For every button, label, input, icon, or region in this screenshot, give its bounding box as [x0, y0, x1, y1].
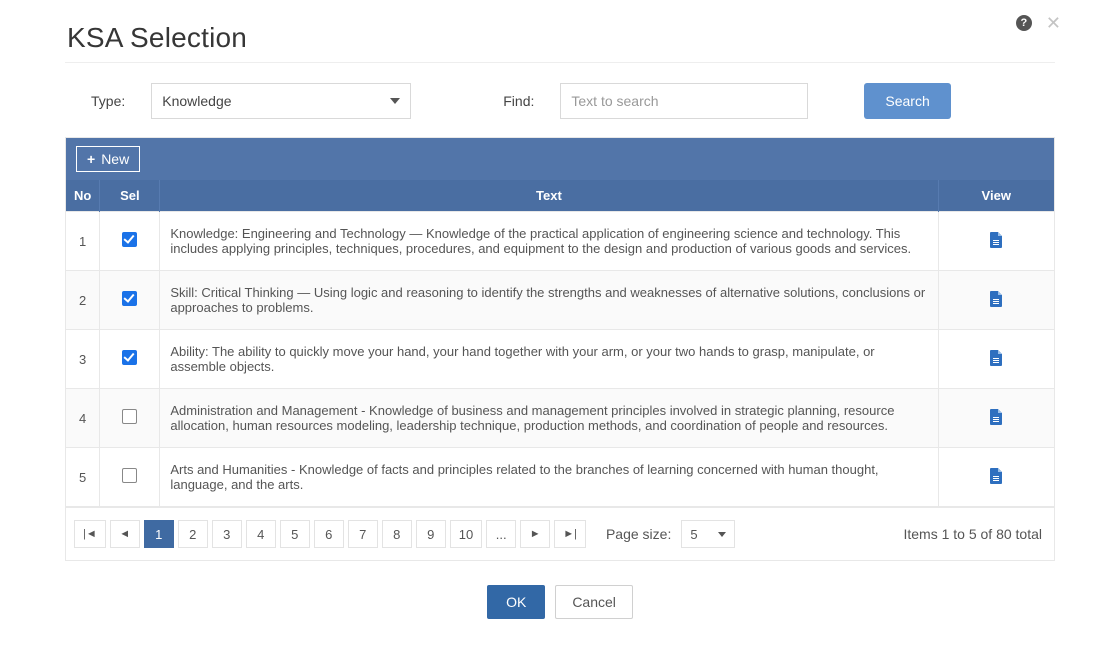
col-sel[interactable]: Sel: [100, 180, 160, 212]
col-no[interactable]: No: [66, 180, 100, 212]
cell-sel: [100, 271, 160, 330]
pager-page-6[interactable]: 6: [314, 520, 344, 548]
new-button[interactable]: + New: [76, 146, 140, 172]
page-size-label: Page size:: [606, 526, 671, 542]
table-row: 5 Arts and Humanities - Knowledge of fact…: [66, 448, 1054, 507]
dialog-footer: OK Cancel: [65, 585, 1055, 619]
type-label: Type:: [91, 93, 125, 109]
help-icon[interactable]: ?: [1016, 15, 1032, 31]
table-row: 4 Administration and Management - Knowled…: [66, 389, 1054, 448]
pager-page-7[interactable]: 7: [348, 520, 378, 548]
document-icon[interactable]: [989, 468, 1003, 484]
cell-sel: [100, 330, 160, 389]
select-checkbox[interactable]: [122, 291, 137, 306]
cell-view: [938, 330, 1054, 389]
cell-text: Ability: The ability to quickly move you…: [160, 330, 938, 389]
pager-page-5[interactable]: 5: [280, 520, 310, 548]
cell-view: [938, 389, 1054, 448]
ksa-table: No Sel Text View 1 Knowledge: Engineering…: [66, 180, 1054, 507]
table-row: 3 Ability: The ability to quickly move yo…: [66, 330, 1054, 389]
ok-button[interactable]: OK: [487, 585, 545, 619]
select-checkbox[interactable]: [122, 468, 137, 483]
col-text[interactable]: Text: [160, 180, 938, 212]
page-size-value: 5: [690, 527, 697, 542]
pagination-summary: Items 1 to 5 of 80 total: [903, 526, 1046, 542]
cell-text: Arts and Humanities - Knowledge of facts…: [160, 448, 938, 507]
select-checkbox[interactable]: [122, 350, 137, 365]
select-checkbox[interactable]: [122, 232, 137, 247]
cell-view: [938, 448, 1054, 507]
cell-text: Administration and Management - Knowledg…: [160, 389, 938, 448]
pager-page-10[interactable]: 10: [450, 520, 482, 548]
pager-next[interactable]: ►: [520, 520, 550, 548]
close-icon[interactable]: ✕: [1046, 14, 1061, 32]
pager-page-...[interactable]: ...: [486, 520, 516, 548]
find-label: Find:: [503, 93, 534, 109]
grid: + New No Sel Text View 1 Knowledge: Engin…: [65, 137, 1055, 561]
cell-view: [938, 271, 1054, 330]
cell-view: [938, 212, 1054, 271]
document-icon[interactable]: [989, 232, 1003, 248]
divider: [65, 62, 1055, 63]
page-size: Page size: 5: [606, 520, 735, 548]
cancel-button-label: Cancel: [572, 594, 616, 610]
chevron-down-icon: [390, 98, 400, 104]
grid-toolbar: + New: [66, 138, 1054, 180]
type-select[interactable]: Knowledge: [151, 83, 411, 119]
dialog-chrome: ? ✕: [1016, 14, 1061, 32]
filter-bar: Type: Knowledge Find: Text to search Sea…: [65, 83, 1055, 119]
cell-sel: [100, 448, 160, 507]
cell-text: Skill: Critical Thinking — Using logic a…: [160, 271, 938, 330]
select-checkbox[interactable]: [122, 409, 137, 424]
pager-page-3[interactable]: 3: [212, 520, 242, 548]
page-size-select[interactable]: 5: [681, 520, 735, 548]
search-button[interactable]: Search: [864, 83, 950, 119]
cell-sel: [100, 212, 160, 271]
ok-button-label: OK: [506, 594, 526, 610]
table-row: 2 Skill: Critical Thinking — Using logic …: [66, 271, 1054, 330]
cancel-button[interactable]: Cancel: [555, 585, 633, 619]
table-header-row: No Sel Text View: [66, 180, 1054, 212]
pager-buttons: |◄◄12345678910...►►|: [74, 520, 586, 548]
pager-first[interactable]: |◄: [74, 520, 106, 548]
search-button-label: Search: [885, 93, 929, 109]
chevron-down-icon: [718, 532, 726, 537]
cell-no: 3: [66, 330, 100, 389]
cell-no: 1: [66, 212, 100, 271]
pager-prev[interactable]: ◄: [110, 520, 140, 548]
cell-sel: [100, 389, 160, 448]
cell-text: Knowledge: Engineering and Technology — …: [160, 212, 938, 271]
document-icon[interactable]: [989, 409, 1003, 425]
new-button-label: New: [101, 151, 129, 167]
plus-icon: +: [87, 151, 95, 167]
page-title: KSA Selection: [67, 22, 1055, 54]
search-placeholder: Text to search: [571, 93, 658, 109]
cell-no: 2: [66, 271, 100, 330]
ksa-selection-dialog: ? ✕ KSA Selection Type: Knowledge Find: …: [65, 22, 1055, 619]
type-select-value: Knowledge: [162, 93, 231, 109]
pager-page-1[interactable]: 1: [144, 520, 174, 548]
document-icon[interactable]: [989, 350, 1003, 366]
paginator: |◄◄12345678910...►►| Page size: 5 Items …: [66, 507, 1054, 560]
table-row: 1 Knowledge: Engineering and Technology —…: [66, 212, 1054, 271]
document-icon[interactable]: [989, 291, 1003, 307]
pager-page-9[interactable]: 9: [416, 520, 446, 548]
pager-page-4[interactable]: 4: [246, 520, 276, 548]
cell-no: 5: [66, 448, 100, 507]
pager-last[interactable]: ►|: [554, 520, 586, 548]
cell-no: 4: [66, 389, 100, 448]
pager-page-2[interactable]: 2: [178, 520, 208, 548]
pager-page-8[interactable]: 8: [382, 520, 412, 548]
col-view[interactable]: View: [938, 180, 1054, 212]
search-input[interactable]: Text to search: [560, 83, 808, 119]
